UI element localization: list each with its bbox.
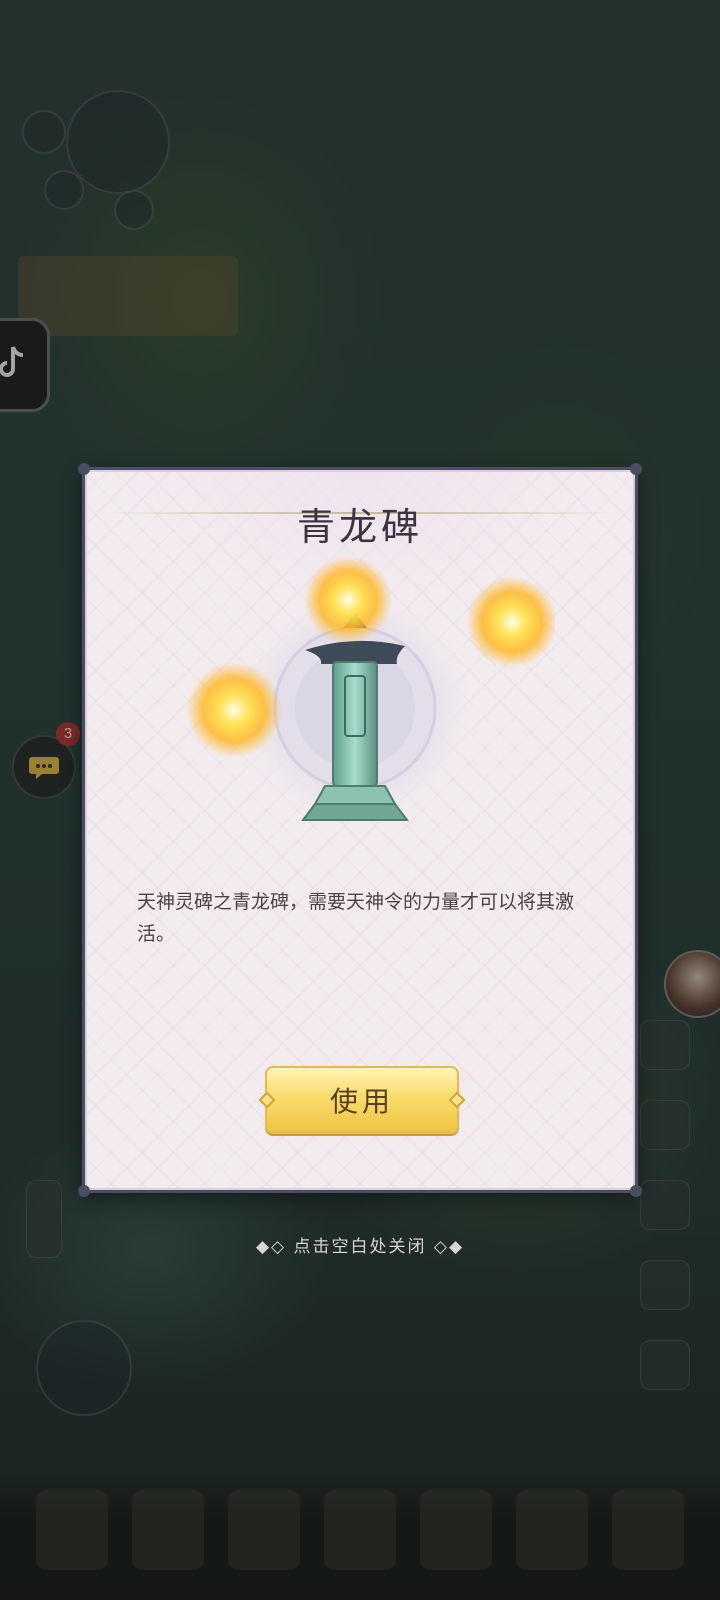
qinglong-stele-icon [186,558,555,838]
dialog-corner-ornament [78,1185,90,1197]
dialog-corner-ornament [630,1185,642,1197]
button-left-ornament [258,1091,276,1109]
item-title: 青龙碑 [296,505,423,549]
button-right-ornament [448,1091,466,1109]
dialog-corner-ornament [630,463,642,475]
tap-to-close-hint: ◆◇ 点击空白处关闭 ◇◆ [255,1237,465,1257]
dialog-corner-ornament [78,463,90,475]
use-button[interactable]: 使用 [258,1066,466,1134]
use-button-label: 使用 [329,1085,394,1118]
item-detail-dialog: 青龙碑 天神灵碑之青龙碑，需要天神令的力量才可以将其激活。 使用 [78,463,642,1197]
item-description: 天神灵碑之青龙碑，需要天神令的力量才可以将其激活。 [137,891,575,945]
